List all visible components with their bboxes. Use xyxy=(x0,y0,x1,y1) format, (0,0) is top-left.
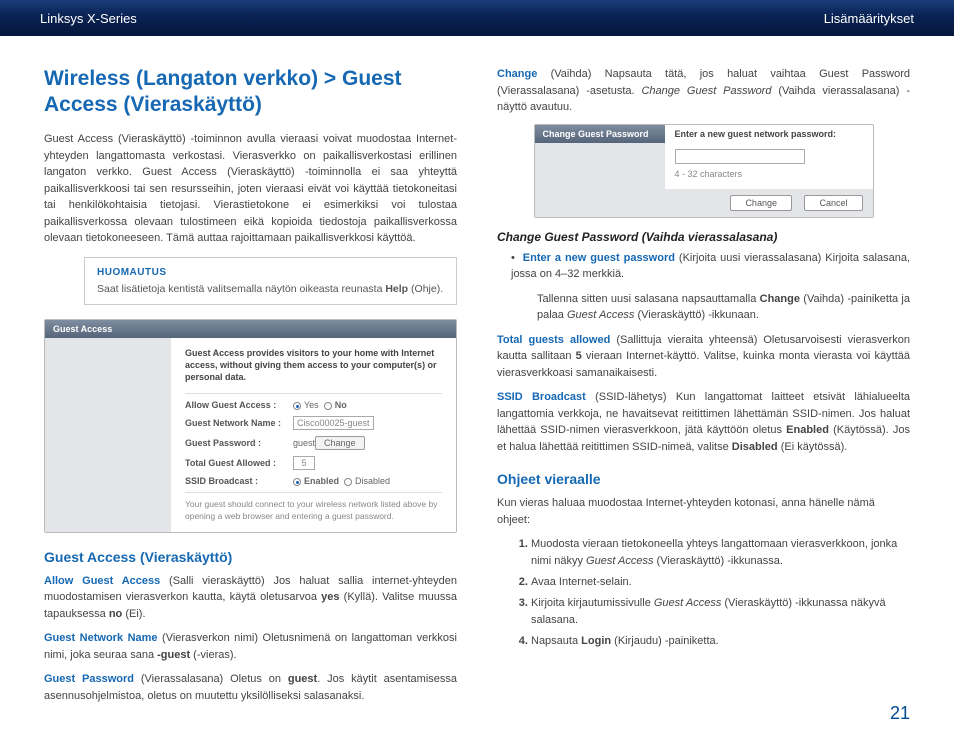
para-allow: Allow Guest Access (Salli vieraskäyttö) … xyxy=(44,573,457,623)
list-item: Muodosta vieraan tietokoneella yhteys la… xyxy=(531,536,910,570)
para-change: Change (Vaihda) Napsauta tätä, jos halua… xyxy=(497,66,910,116)
radio-icon xyxy=(293,478,301,486)
right-column: Change (Vaihda) Napsauta tätä, jos halua… xyxy=(497,66,910,712)
ui1-name-value: Cisco00025-guest xyxy=(293,416,374,430)
radio-icon xyxy=(344,478,352,486)
list-item: Napsauta Login (Kirjaudu) -painiketta. xyxy=(531,633,910,650)
top-header: Linksys X-Series Lisämääritykset xyxy=(0,0,954,36)
ui1-intro: Guest Access provides visitors to your h… xyxy=(185,348,442,383)
page-body: Wireless (Langaton verkko) > Guest Acces… xyxy=(0,36,954,712)
subheading-guest-access: Guest Access (Vieraskäyttö) xyxy=(44,549,457,565)
section-name: Lisämääritykset xyxy=(824,11,914,26)
ui2-tab: Change Guest Password xyxy=(535,125,665,143)
radio-icon xyxy=(324,402,332,410)
ui1-sidebar xyxy=(45,338,171,531)
ui2-hint: 4 - 32 characters xyxy=(675,169,863,179)
bullet-save-password: Tallenna sitten uusi salasana napsauttam… xyxy=(497,291,910,324)
para-ssid-broadcast: SSID Broadcast (SSID-lähetys) Kun langat… xyxy=(497,389,910,455)
para-total-guests: Total guests allowed (Sallittuja vierait… xyxy=(497,332,910,382)
ui1-allow-label: Allow Guest Access : xyxy=(185,400,293,410)
ui1-pass-value: guest xyxy=(293,438,315,448)
ui2-sidebar xyxy=(535,143,665,189)
ui2-password-input xyxy=(675,149,805,164)
ui1-change-button: Change xyxy=(315,436,365,450)
note-box: HUOMAUTUS Saat lisätietoja kentistä vali… xyxy=(84,257,457,306)
ui2-change-button: Change xyxy=(730,195,792,211)
subheading-change-password: Change Guest Password (Vaihda vierassala… xyxy=(497,230,910,244)
guest-access-screenshot: Guest Access Guest Access provides visit… xyxy=(44,319,457,532)
bullet-enter-password: • Enter a new guest password (Kirjoita u… xyxy=(497,250,910,283)
list-item: Kirjoita kirjautumissivulle Guest Access… xyxy=(531,595,910,629)
ui1-total-label: Total Guest Allowed : xyxy=(185,458,293,468)
instruction-list: Muodosta vieraan tietokoneella yhteys la… xyxy=(497,536,910,650)
instructions-intro: Kun vieras haluaa muodostaa Internet-yht… xyxy=(497,495,910,528)
change-password-screenshot: Change Guest Password Enter a new guest … xyxy=(534,124,874,218)
ui1-name-label: Guest Network Name : xyxy=(185,418,293,428)
ui1-total-value: 5 xyxy=(293,456,315,470)
subheading-instructions: Ohjeet vieraalle xyxy=(497,471,910,487)
ui2-prompt: Enter a new guest network password: xyxy=(665,125,873,143)
ui2-cancel-button: Cancel xyxy=(804,195,862,211)
page-title: Wireless (Langaton verkko) > Guest Acces… xyxy=(44,66,457,117)
note-text: Saat lisätietoja kentistä valitsemalla n… xyxy=(97,283,443,295)
page-number: 21 xyxy=(890,703,910,724)
intro-paragraph: Guest Access (Vieraskäyttö) -toiminnon a… xyxy=(44,131,457,247)
list-item: Avaa Internet-selain. xyxy=(531,574,910,591)
product-name: Linksys X-Series xyxy=(40,11,137,26)
ui1-title: Guest Access xyxy=(45,320,456,338)
note-title: HUOMAUTUS xyxy=(97,266,444,280)
ui1-ssid-label: SSID Broadcast : xyxy=(185,476,293,486)
ui1-footer: Your guest should connect to your wirele… xyxy=(185,499,442,521)
para-password: Guest Password (Vierassalasana) Oletus o… xyxy=(44,671,457,704)
para-network-name: Guest Network Name (Vierasverkon nimi) O… xyxy=(44,630,457,663)
left-column: Wireless (Langaton verkko) > Guest Acces… xyxy=(44,66,457,712)
radio-icon xyxy=(293,402,301,410)
ui1-pass-label: Guest Password : xyxy=(185,438,293,448)
